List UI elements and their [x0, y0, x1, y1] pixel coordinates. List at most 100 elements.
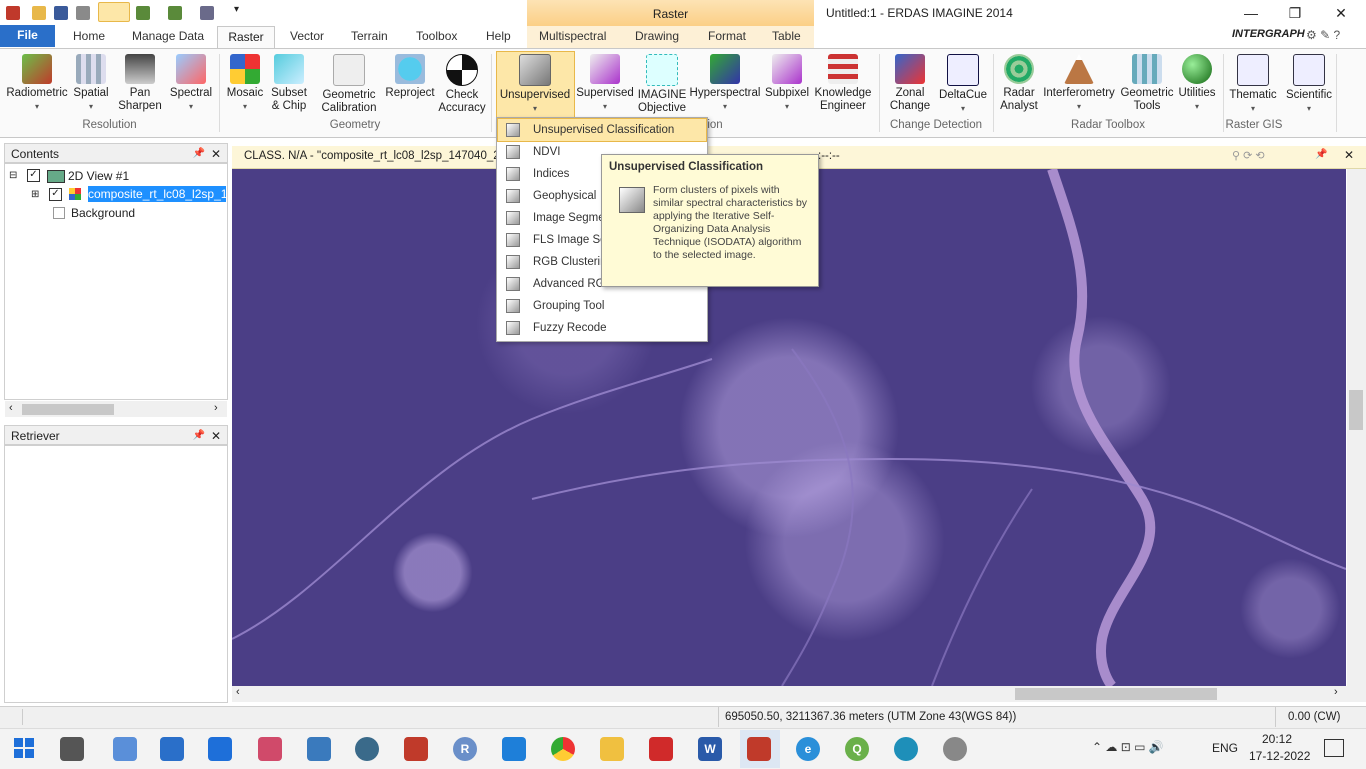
spectral-button[interactable]: Spectral ▾ — [168, 54, 214, 113]
horizontal-scroll-thumb[interactable] — [1015, 688, 1217, 700]
restore-button[interactable]: ❐ — [1285, 4, 1305, 22]
word-icon[interactable]: W — [698, 737, 722, 761]
qgis-icon[interactable]: Q — [845, 737, 869, 761]
view-close-icon[interactable]: ✕ — [1344, 148, 1354, 162]
view-checkbox[interactable]: ✓ — [27, 169, 40, 182]
pan-sharpen-button[interactable]: Pan Sharpen — [116, 54, 164, 113]
menu-item-unsupervised-classification[interactable]: Unsupervised Classification — [497, 118, 707, 142]
close-icon[interactable]: ✕ — [211, 144, 221, 164]
spatial-icon — [76, 54, 106, 84]
pin-icon[interactable]: 📌 — [1315, 149, 1327, 160]
view-tool-icons[interactable]: ⚲ ⟳ ⟲ — [1232, 149, 1265, 162]
tab-table[interactable]: Table — [772, 29, 801, 47]
zonal-change-icon — [895, 54, 925, 84]
layer-label[interactable]: composite_rt_lc08_l2sp_14 — [88, 186, 226, 202]
geometric-tools-button[interactable]: Geometric Tools — [1118, 54, 1176, 113]
ie-icon[interactable]: e — [796, 737, 820, 761]
background-checkbox[interactable] — [53, 207, 65, 219]
utilities-button[interactable]: Utilities ▾ — [1176, 54, 1218, 113]
start-icon[interactable] — [14, 738, 34, 758]
menu-item-fuzzy-recode[interactable]: Fuzzy Recode — [498, 317, 706, 339]
scroll-left-icon[interactable]: ‹ — [236, 686, 240, 698]
tab-multispectral[interactable]: Multispectral — [539, 29, 606, 47]
gis-app-icon[interactable] — [307, 737, 331, 761]
chrome-icon[interactable] — [551, 737, 575, 761]
scroll-right-icon[interactable]: › — [214, 402, 218, 414]
scroll-right-icon[interactable]: › — [1334, 686, 1338, 698]
subset-chip-button[interactable]: Subset & Chip — [266, 54, 312, 113]
language-indicator[interactable]: ENG — [1212, 741, 1238, 755]
help-icons[interactable]: ⚙ ✎ ? — [1306, 28, 1356, 42]
notification-icon[interactable] — [1324, 739, 1344, 757]
minimize-button[interactable]: — — [1241, 4, 1261, 22]
pan-icon[interactable] — [200, 6, 214, 20]
save-icon[interactable] — [54, 6, 68, 20]
knowledge-engineer-button[interactable]: Knowledge Engineer — [812, 54, 874, 113]
supervised-button[interactable]: Supervised ▾ — [575, 54, 635, 113]
radiometric-button[interactable]: Radiometric ▾ — [4, 54, 70, 113]
tab-terrain[interactable]: Terrain — [351, 29, 388, 47]
check-accuracy-button[interactable]: Check Accuracy — [438, 54, 486, 115]
tab-file[interactable]: File — [0, 25, 55, 47]
scroll-left-icon[interactable]: ‹ — [9, 402, 13, 414]
zonal-change-button[interactable]: Zonal Change — [884, 54, 936, 113]
layer-checkbox[interactable]: ✓ — [49, 188, 62, 201]
open-icon[interactable] — [32, 6, 46, 20]
interferometry-button[interactable]: Interferometry ▾ — [1042, 54, 1116, 113]
select-tool-icon[interactable] — [98, 2, 130, 22]
mail-icon[interactable] — [208, 737, 232, 761]
tab-help[interactable]: Help — [486, 29, 511, 47]
qat-customize-icon[interactable]: ▾ — [234, 4, 239, 15]
zoom-in-icon[interactable] — [136, 6, 150, 20]
mosaic-button[interactable]: Mosaic ▾ — [224, 54, 266, 113]
tray-icons[interactable]: ⌃ ☁ ⊡ ▭ 🔊 — [1092, 740, 1164, 754]
scientific-button[interactable]: Scientific ▾ — [1282, 54, 1336, 115]
tab-toolbox[interactable]: Toolbox — [416, 29, 457, 47]
erdas-icon[interactable] — [404, 737, 428, 761]
vscode-icon[interactable] — [502, 737, 526, 761]
pin-icon[interactable]: 📌 — [193, 144, 205, 164]
tab-drawing[interactable]: Drawing — [635, 29, 679, 47]
app-icon[interactable] — [943, 737, 967, 761]
clock-time[interactable]: 20:12 — [1262, 732, 1292, 746]
close-button[interactable]: ✕ — [1331, 4, 1351, 22]
background-label[interactable]: Background — [71, 206, 135, 220]
edge-icon[interactable] — [894, 737, 918, 761]
erdas-active-icon[interactable] — [747, 737, 771, 761]
monitor-icon[interactable] — [113, 737, 137, 761]
tab-manage-data[interactable]: Manage Data — [132, 29, 204, 47]
radar-analyst-button[interactable]: Radar Analyst — [998, 54, 1040, 113]
tab-home[interactable]: Home — [73, 29, 105, 47]
reproject-button[interactable]: Reproject — [384, 54, 436, 100]
geometric-calibration-button[interactable]: Geometric Calibration — [315, 54, 383, 115]
pdf-reader-icon[interactable] — [649, 737, 673, 761]
r-app-icon[interactable]: R — [453, 737, 477, 761]
tab-raster[interactable]: Raster — [217, 26, 275, 49]
clock-date[interactable]: 17-12-2022 — [1249, 749, 1310, 763]
subpixel-button[interactable]: Subpixel ▾ — [764, 54, 810, 113]
expand-icon[interactable]: ⊞ — [31, 189, 39, 200]
unsupervised-button[interactable]: Unsupervised ▾ — [497, 54, 573, 115]
imagine-objective-button[interactable]: IMAGINE Objective — [636, 54, 688, 115]
menu-item-grouping-tool[interactable]: Grouping Tool — [498, 295, 706, 317]
tab-vector[interactable]: Vector — [290, 29, 324, 47]
snipping-tool-icon[interactable] — [258, 737, 282, 761]
deltacue-button[interactable]: DeltaCue ▾ — [938, 54, 988, 115]
thematic-button[interactable]: Thematic ▾ — [1227, 54, 1279, 115]
view-label[interactable]: 2D View #1 — [68, 169, 129, 183]
hyperspectral-icon — [710, 54, 740, 84]
task-view-icon[interactable] — [60, 737, 84, 761]
hyperspectral-button[interactable]: Hyperspectral ▾ — [689, 54, 761, 113]
file-explorer-icon[interactable] — [600, 737, 624, 761]
pin-icon[interactable]: 📌 — [193, 426, 205, 446]
undo-icon[interactable] — [76, 6, 90, 20]
spatial-button[interactable]: Spatial ▾ — [70, 54, 112, 113]
expand-icon[interactable]: ⊟ — [9, 170, 17, 181]
globe-app-icon[interactable] — [355, 737, 379, 761]
store-icon[interactable] — [160, 737, 184, 761]
close-icon[interactable]: ✕ — [211, 426, 221, 446]
tab-format[interactable]: Format — [708, 29, 746, 47]
vertical-scroll-thumb[interactable] — [1349, 390, 1363, 430]
scroll-thumb[interactable] — [22, 404, 114, 415]
zoom-out-icon[interactable] — [168, 6, 182, 20]
